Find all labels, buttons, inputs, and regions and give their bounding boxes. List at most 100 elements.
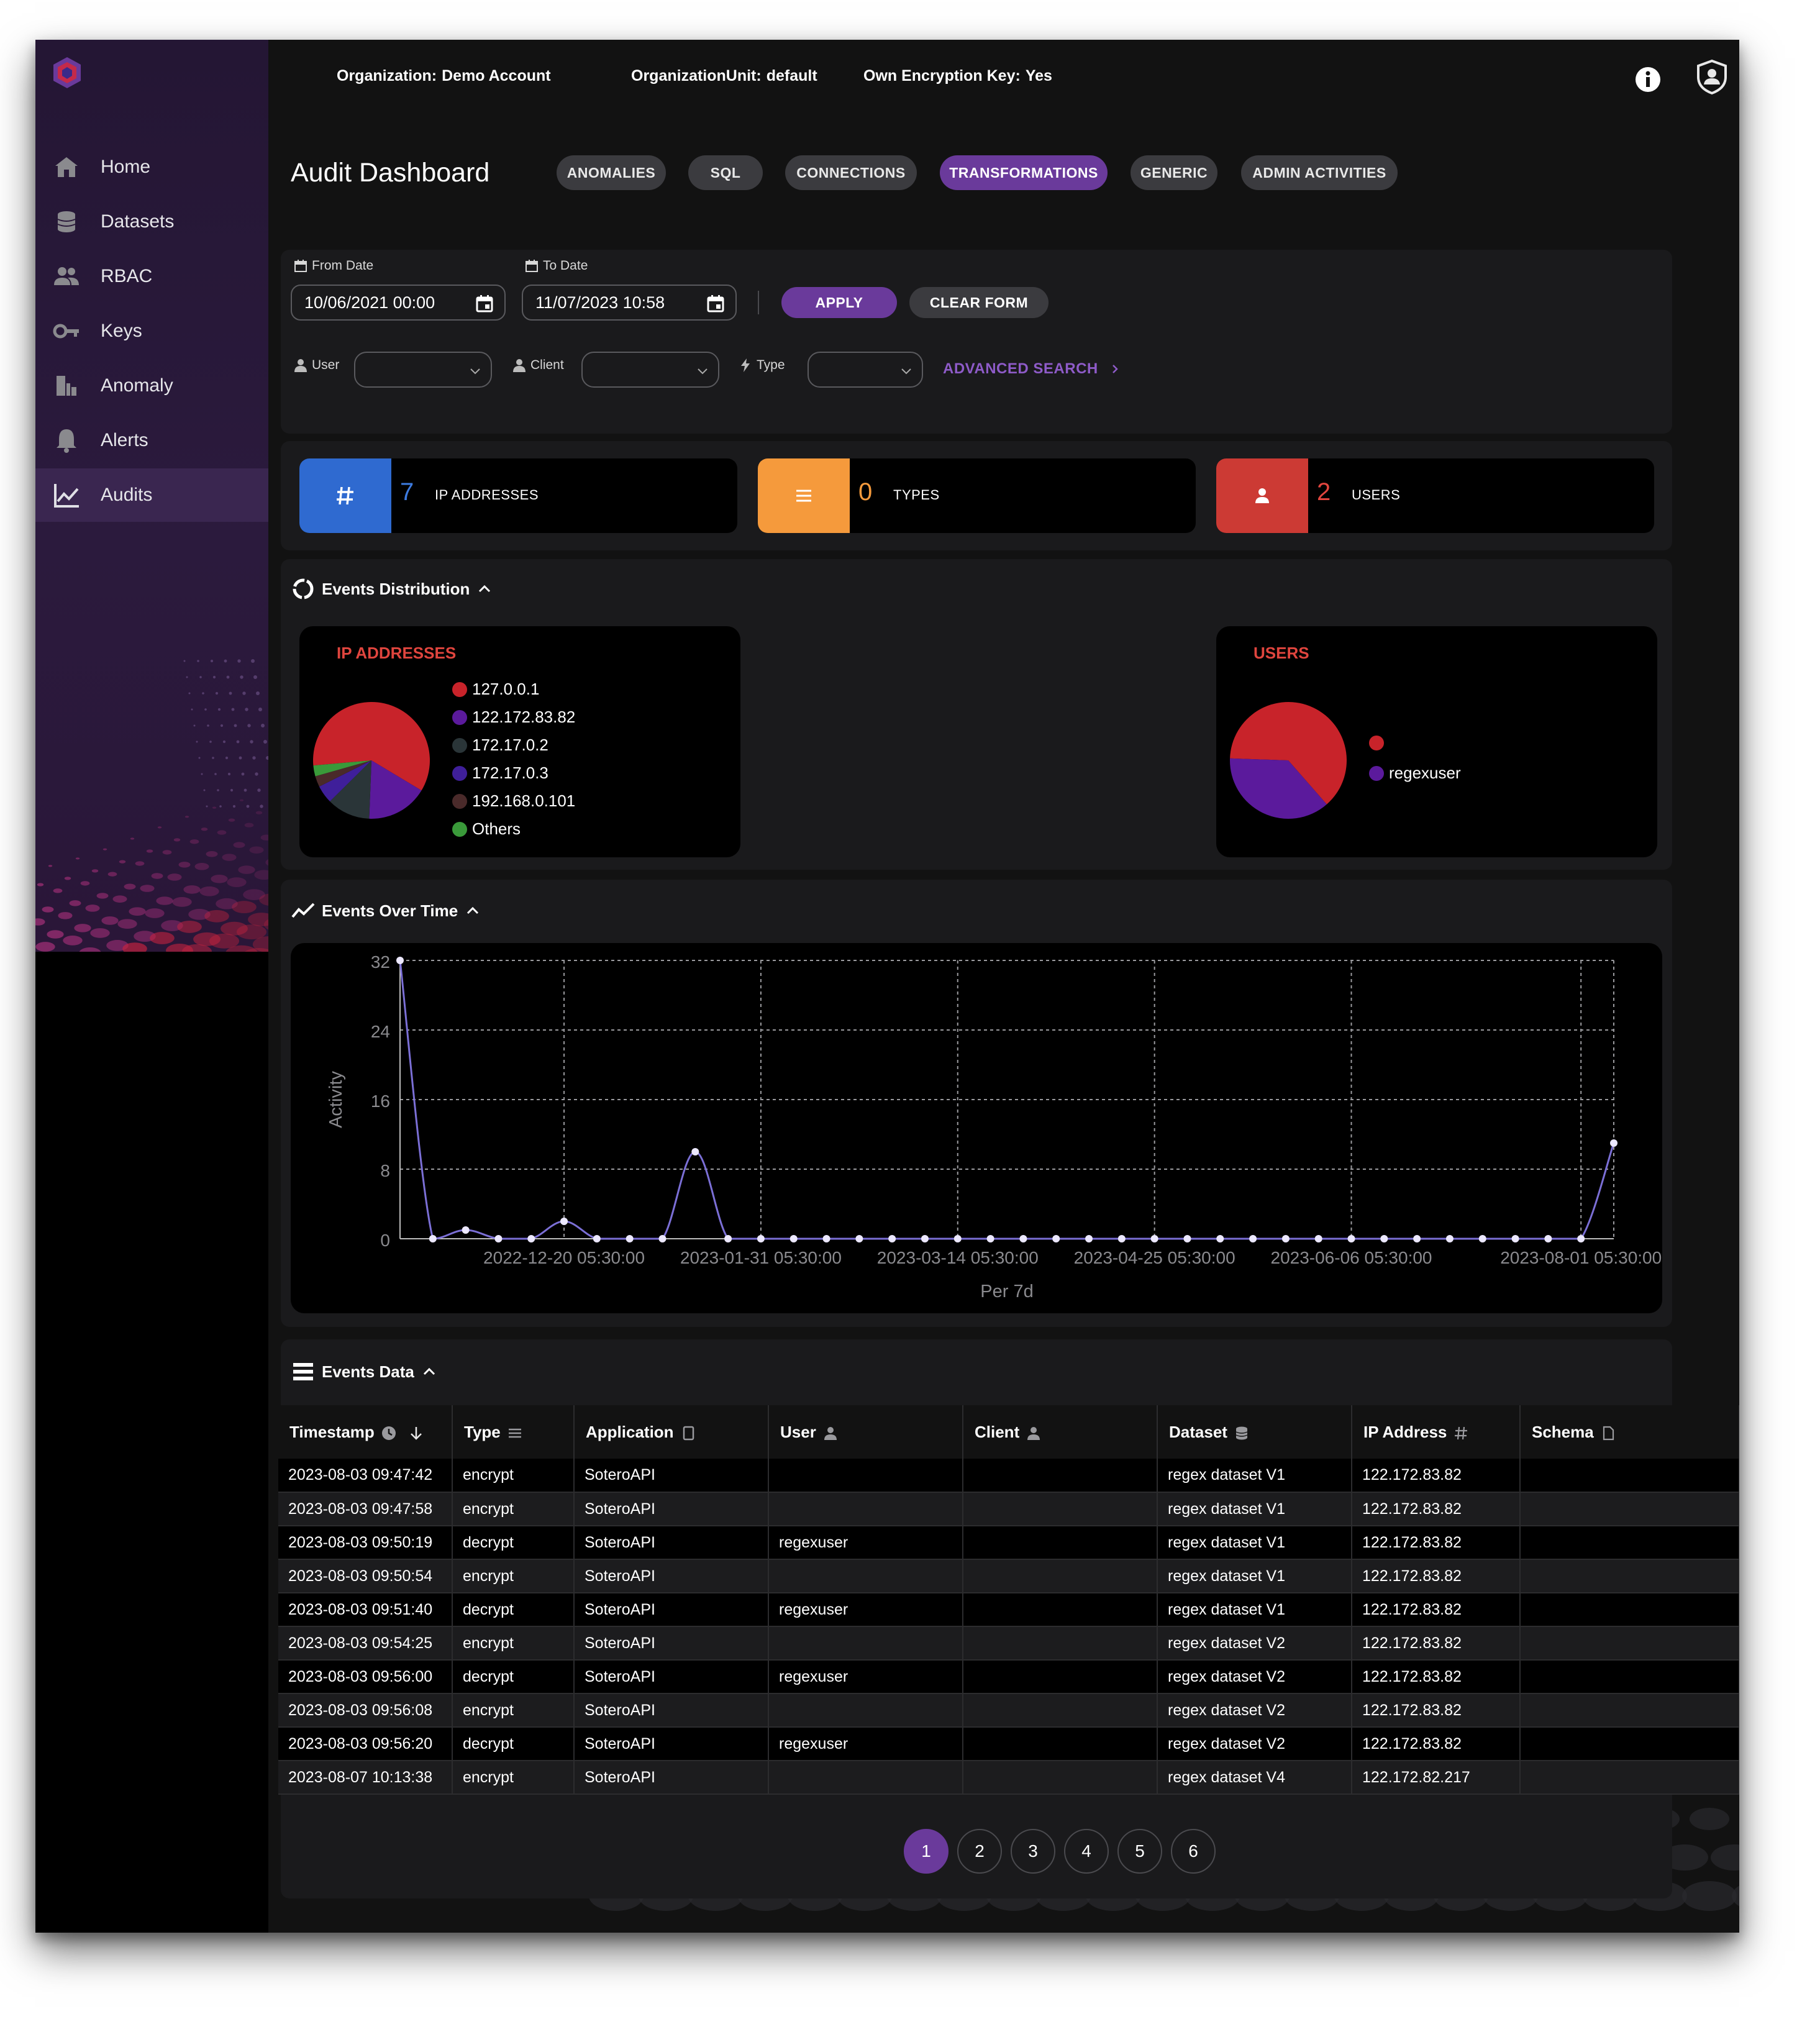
column-header-dataset[interactable]: Dataset bbox=[1157, 1405, 1352, 1459]
decorative-dot bbox=[178, 862, 191, 868]
data-point[interactable] bbox=[429, 1235, 437, 1242]
data-point[interactable] bbox=[1085, 1235, 1093, 1242]
sidebar-item-rbac[interactable]: RBAC bbox=[35, 250, 268, 303]
data-point[interactable] bbox=[1150, 1235, 1158, 1242]
from-date-input[interactable]: 10/06/2021 00:00 bbox=[291, 285, 506, 321]
data-point[interactable] bbox=[757, 1235, 765, 1242]
data-point[interactable] bbox=[921, 1235, 929, 1242]
calendar-picker-icon[interactable] bbox=[706, 294, 726, 314]
data-point[interactable] bbox=[527, 1235, 535, 1242]
data-point[interactable] bbox=[593, 1235, 601, 1242]
client-select[interactable] bbox=[581, 352, 719, 388]
data-point[interactable] bbox=[658, 1235, 667, 1242]
apply-button[interactable]: APPLY bbox=[781, 287, 897, 318]
data-point[interactable] bbox=[789, 1235, 798, 1242]
data-point[interactable] bbox=[462, 1226, 470, 1234]
column-header-schema[interactable]: Schema bbox=[1520, 1405, 1739, 1459]
sidebar-item-anomaly[interactable]: Anomaly bbox=[35, 359, 268, 412]
data-point[interactable] bbox=[1544, 1235, 1552, 1242]
sidebar-item-audits[interactable]: Audits bbox=[35, 468, 268, 522]
data-point[interactable] bbox=[1052, 1235, 1060, 1242]
data-point[interactable] bbox=[986, 1235, 994, 1242]
sidebar-item-keys[interactable]: Keys bbox=[35, 304, 268, 358]
sort-arrow-down-icon[interactable] bbox=[408, 1425, 424, 1441]
table-row[interactable]: 2023-08-03 09:47:42 encrypt SoteroAPI regex… bbox=[278, 1459, 1739, 1493]
tab-anomalies[interactable]: ANOMALIES bbox=[557, 155, 666, 190]
calendar-picker-icon[interactable] bbox=[475, 294, 494, 314]
page-button-2[interactable]: 2 bbox=[957, 1829, 1002, 1874]
sidebar-item-alerts[interactable]: Alerts bbox=[35, 414, 268, 467]
x-tick-label: 2023-04-25 05:30:00 bbox=[1074, 1248, 1235, 1267]
column-header-label: Application bbox=[586, 1422, 674, 1441]
data-point[interactable] bbox=[1249, 1235, 1257, 1242]
user-select[interactable] bbox=[354, 352, 492, 388]
column-header-ip-address[interactable]: IP Address bbox=[1352, 1405, 1521, 1459]
tab-sql[interactable]: SQL bbox=[688, 155, 763, 190]
page-button-5[interactable]: 5 bbox=[1117, 1829, 1162, 1874]
tab-generic[interactable]: GENERIC bbox=[1131, 155, 1217, 190]
advanced-search-link[interactable]: ADVANCED SEARCH bbox=[943, 360, 1121, 378]
data-point[interactable] bbox=[953, 1235, 962, 1242]
sidebar-item-datasets[interactable]: Datasets bbox=[35, 195, 268, 248]
page-button-1[interactable]: 1 bbox=[904, 1829, 949, 1874]
profile-shield-icon[interactable] bbox=[1693, 58, 1731, 96]
data-point[interactable] bbox=[1610, 1139, 1618, 1147]
decorative-dot bbox=[140, 885, 155, 892]
stat-label-users: USERS bbox=[1352, 487, 1401, 503]
table-row[interactable]: 2023-08-03 09:54:25 encrypt SoteroAPI regex… bbox=[278, 1626, 1739, 1661]
data-point[interactable] bbox=[691, 1148, 699, 1155]
data-point[interactable] bbox=[822, 1235, 830, 1242]
table-row[interactable]: 2023-08-03 09:51:40 decrypt SoteroAPI regex… bbox=[278, 1593, 1739, 1627]
column-header-timestamp[interactable]: Timestamp bbox=[278, 1405, 453, 1459]
table-row[interactable]: 2023-08-03 09:56:00 decrypt SoteroAPI regex… bbox=[278, 1660, 1739, 1694]
clear-form-button[interactable]: CLEAR FORM bbox=[909, 287, 1049, 318]
column-header-user[interactable]: User bbox=[768, 1405, 963, 1459]
app-logo-icon[interactable] bbox=[49, 55, 85, 91]
tab-admin-activities[interactable]: ADMIN ACTIVITIES bbox=[1241, 155, 1398, 190]
sidebar-item-home[interactable]: Home bbox=[35, 140, 268, 194]
data-point[interactable] bbox=[1511, 1235, 1519, 1242]
data-point[interactable] bbox=[1413, 1235, 1421, 1242]
data-point[interactable] bbox=[1445, 1235, 1454, 1242]
column-header-type[interactable]: Type bbox=[452, 1405, 575, 1459]
to-date-input[interactable]: 11/07/2023 10:58 bbox=[522, 285, 737, 321]
data-point[interactable] bbox=[1183, 1235, 1191, 1242]
table-row[interactable]: 2023-08-03 09:56:08 encrypt SoteroAPI regex… bbox=[278, 1693, 1739, 1728]
donut-chart-icon bbox=[293, 578, 314, 599]
data-point[interactable] bbox=[888, 1235, 896, 1242]
page-button-3[interactable]: 3 bbox=[1011, 1829, 1055, 1874]
table-row[interactable]: 2023-08-03 09:47:58 encrypt SoteroAPI regex… bbox=[278, 1492, 1739, 1526]
table-row[interactable]: 2023-08-03 09:50:19 decrypt SoteroAPI regex… bbox=[278, 1526, 1739, 1560]
page-button-6[interactable]: 6 bbox=[1171, 1829, 1216, 1874]
table-row[interactable]: 2023-08-07 10:13:38 encrypt SoteroAPI regex… bbox=[278, 1761, 1739, 1795]
tab-connections[interactable]: CONNECTIONS bbox=[785, 155, 917, 190]
events-data-header[interactable]: Events Data bbox=[291, 1359, 438, 1384]
data-point[interactable] bbox=[1314, 1235, 1322, 1242]
table-cell: 2023-08-03 09:50:19 bbox=[278, 1526, 453, 1560]
events-distribution-header[interactable]: Events Distribution bbox=[291, 577, 493, 601]
table-row[interactable]: 2023-08-03 09:56:20 decrypt SoteroAPI regex… bbox=[278, 1727, 1739, 1761]
data-point[interactable] bbox=[1577, 1235, 1585, 1242]
person-icon bbox=[1255, 488, 1269, 503]
data-point[interactable] bbox=[1281, 1235, 1290, 1242]
column-header-client[interactable]: Client bbox=[963, 1405, 1158, 1459]
info-icon[interactable] bbox=[1633, 65, 1663, 94]
tab-transformations[interactable]: TRANSFORMATIONS bbox=[940, 155, 1108, 190]
data-point[interactable] bbox=[626, 1235, 634, 1242]
data-point[interactable] bbox=[1216, 1235, 1224, 1242]
page-button-4[interactable]: 4 bbox=[1064, 1829, 1109, 1874]
data-point[interactable] bbox=[1117, 1235, 1126, 1242]
data-point[interactable] bbox=[1347, 1235, 1355, 1242]
data-point[interactable] bbox=[1019, 1235, 1027, 1242]
data-point[interactable] bbox=[1478, 1235, 1486, 1242]
data-point[interactable] bbox=[855, 1235, 863, 1242]
data-point[interactable] bbox=[560, 1218, 568, 1225]
data-point[interactable] bbox=[396, 957, 404, 964]
data-point[interactable] bbox=[1380, 1235, 1388, 1242]
data-point[interactable] bbox=[724, 1235, 732, 1242]
type-select[interactable] bbox=[808, 352, 923, 388]
column-header-application[interactable]: Application bbox=[574, 1405, 769, 1459]
table-row[interactable]: 2023-08-03 09:50:54 encrypt SoteroAPI regex… bbox=[278, 1559, 1739, 1593]
events-over-time-header[interactable]: Events Over Time bbox=[291, 898, 481, 923]
data-point[interactable] bbox=[494, 1235, 503, 1242]
